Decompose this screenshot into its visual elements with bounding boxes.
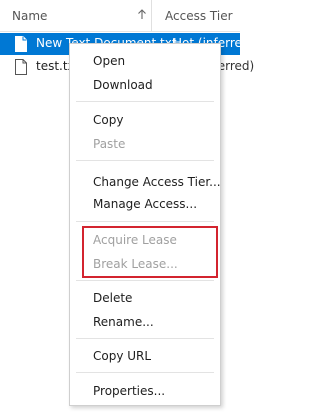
- menu-item-label: Properties...: [93, 384, 166, 398]
- menu-item-label: Manage Access...: [93, 197, 198, 211]
- menu-item-properties[interactable]: Properties...: [70, 380, 220, 402]
- menu-item-paste: Paste: [70, 133, 220, 155]
- menu-separator: [76, 101, 214, 102]
- access-tier-column-header[interactable]: Access Tier: [152, 0, 240, 31]
- name-column-label: Name: [12, 9, 48, 23]
- menu-separator: [76, 280, 214, 281]
- menu-item-label: Rename...: [93, 315, 154, 329]
- menu-item-label: Change Access Tier...: [93, 175, 221, 189]
- menu-item-delete[interactable]: Delete: [70, 287, 220, 309]
- menu-item-label: Copy: [93, 113, 124, 127]
- menu-item-label: Copy URL: [93, 349, 152, 363]
- menu-item-copy-url[interactable]: Copy URL: [70, 345, 220, 367]
- menu-item-rename[interactable]: Rename...: [70, 311, 220, 333]
- document-icon: [15, 59, 27, 75]
- menu-item-copy[interactable]: Copy: [70, 109, 220, 131]
- menu-separator: [76, 160, 214, 161]
- access-tier-column-label: Access Tier: [165, 9, 233, 23]
- menu-item-open[interactable]: Open: [70, 50, 220, 72]
- menu-item-download[interactable]: Download: [70, 74, 220, 96]
- menu-separator: [76, 221, 214, 222]
- document-icon: [15, 36, 27, 52]
- column-header-bar: Name Access Tier: [0, 0, 240, 32]
- menu-item-label: Delete: [93, 291, 133, 305]
- red-highlight-box: [82, 226, 218, 278]
- menu-item-change-access-tier[interactable]: Change Access Tier...: [70, 171, 221, 193]
- context-menu: Open Download Copy Paste Change Access T…: [69, 43, 221, 406]
- menu-item-manage-access[interactable]: Manage Access...: [70, 193, 220, 215]
- menu-item-label: Paste: [93, 137, 126, 151]
- name-column-header[interactable]: Name: [0, 0, 152, 31]
- menu-separator: [76, 372, 214, 373]
- menu-item-label: Download: [93, 78, 153, 92]
- sort-ascending-icon: [138, 9, 146, 19]
- menu-item-label: Open: [93, 54, 126, 68]
- menu-separator: [76, 338, 214, 339]
